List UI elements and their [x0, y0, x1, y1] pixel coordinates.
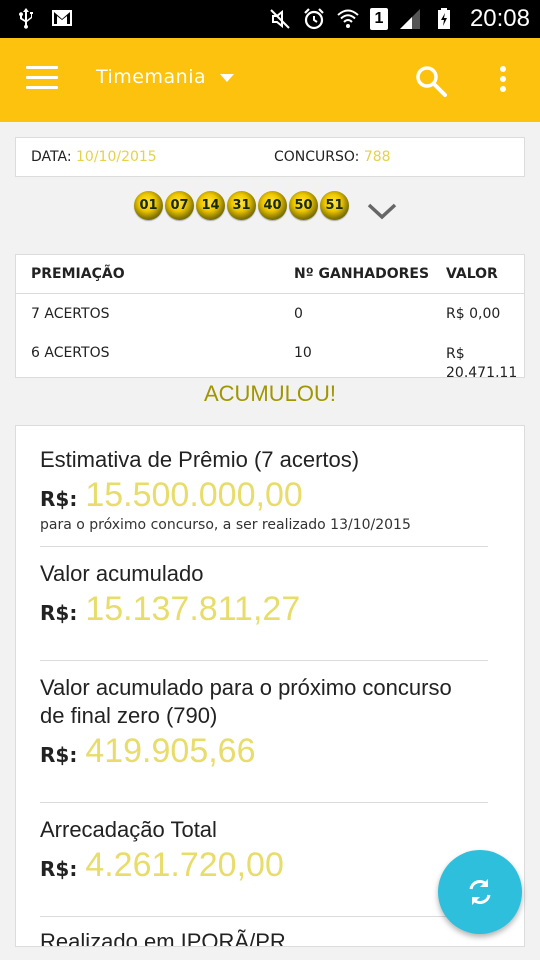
number-ball: 51 [320, 191, 349, 220]
number-ball: 14 [196, 191, 225, 220]
contest-label: CONCURSO: [274, 149, 360, 165]
status-bar: 1 20:08 [0, 0, 540, 38]
app-title: Timemania [96, 66, 207, 88]
estimate-title: Estimativa de Prêmio (7 acertos) [40, 447, 360, 472]
app-bar: Timemania [0, 38, 540, 122]
accum-title: Valor acumulado [40, 561, 204, 586]
menu-icon[interactable] [26, 66, 58, 92]
divider [40, 802, 488, 803]
collection-title: Arrecadação Total [40, 817, 217, 842]
divider [40, 546, 488, 547]
estimate-note: para o próximo concurso, a ser realizado… [40, 517, 411, 533]
zero-title-line2: de final zero (790) [40, 703, 218, 728]
row-winners: 10 [294, 345, 312, 361]
row-value: R$ 0,00 [446, 306, 501, 322]
signal-icon [399, 9, 420, 29]
currency-label: R$: [40, 487, 78, 511]
more-vert-icon[interactable] [496, 66, 510, 96]
header-value: VALOR [446, 266, 498, 282]
refresh-button[interactable] [438, 850, 522, 934]
accum-amount: R$: 15.137.811,27 [40, 590, 300, 629]
number-ball: 50 [289, 191, 318, 220]
wifi-icon [337, 9, 359, 28]
currency-label: R$: [40, 601, 78, 625]
search-icon[interactable] [414, 64, 448, 98]
divider [40, 916, 488, 917]
alarm-icon [304, 8, 324, 30]
draw-date: DATA: 10/10/2015 [31, 149, 157, 165]
number-ball: 40 [258, 191, 287, 220]
mute-icon [270, 9, 290, 29]
collection-amount: R$: 4.261.720,00 [40, 846, 284, 885]
zero-title-line1: Valor acumulado para o próximo concurso [40, 675, 452, 700]
draw-date-label: DATA: [31, 149, 72, 165]
currency-label: R$: [40, 857, 78, 881]
status-time: 20:08 [469, 5, 530, 32]
gmail-icon [52, 10, 72, 26]
row-value: R$ 20.471,11 [446, 346, 518, 378]
currency-label: R$: [40, 743, 78, 767]
refresh-icon [469, 879, 491, 905]
location-text: Realizado em IPORÃ/PR [40, 929, 286, 947]
battery-icon [437, 8, 450, 29]
zero-title: Valor acumulado para o próximo concurso … [40, 674, 452, 730]
zero-value: 419.905,66 [85, 732, 256, 770]
number-ball: 07 [165, 191, 194, 220]
zero-amount: R$: 419.905,66 [40, 732, 256, 771]
drawn-numbers: 01 07 14 31 40 50 51 [134, 191, 349, 220]
accumulated-status: ACUMULOU! [203, 381, 336, 406]
header-prize: PREMIAÇÃO [31, 266, 125, 282]
draw-info-card: DATA: 10/10/2015 CONCURSO: 788 [15, 137, 525, 177]
header-winners: Nº GANHADORES [294, 266, 430, 282]
sim-slot-badge: 1 [369, 8, 388, 30]
table-header: PREMIAÇÃO Nº GANHADORES VALOR [16, 255, 524, 294]
divider [40, 660, 488, 661]
row-winners: 0 [294, 306, 303, 322]
number-ball: 01 [134, 191, 163, 220]
row-prize: 7 ACERTOS [31, 306, 110, 322]
dropdown-caret-icon [220, 74, 235, 82]
draw-date-value: 10/10/2015 [76, 149, 157, 165]
accum-value: 15.137.811,27 [85, 590, 301, 628]
number-ball: 31 [227, 191, 256, 220]
chevron-down-icon[interactable] [366, 200, 398, 222]
row-prize: 6 ACERTOS [31, 345, 110, 361]
game-selector[interactable]: Timemania [96, 66, 235, 88]
collection-value: 4.261.720,00 [85, 846, 284, 884]
estimate-amount: R$: 15.500.000,00 [40, 476, 303, 515]
estimate-value: 15.500.000,00 [85, 476, 303, 514]
contest-number: CONCURSO: 788 [274, 149, 391, 165]
usb-icon [19, 8, 33, 29]
results-table: PREMIAÇÃO Nº GANHADORES VALOR 7 ACERTOS … [15, 254, 525, 378]
contest-value: 788 [363, 149, 391, 165]
